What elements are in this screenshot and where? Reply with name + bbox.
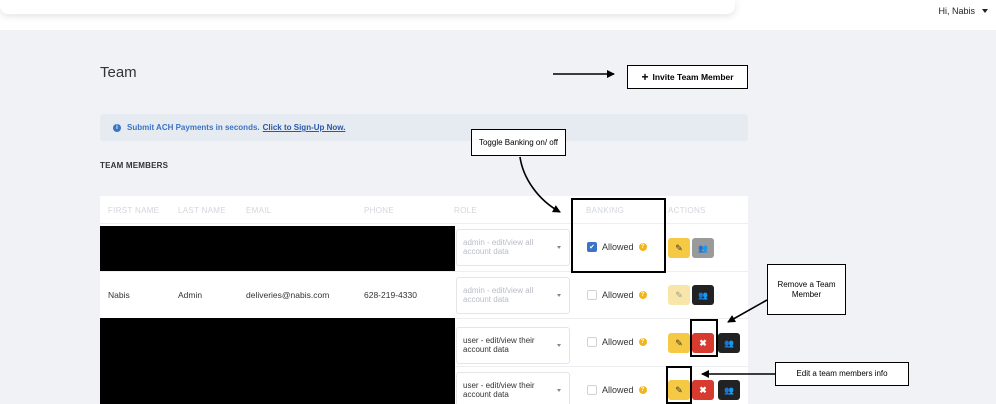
section-title: TEAM MEMBERS (100, 161, 169, 170)
role-value: admin - edit/view all account data (463, 238, 534, 256)
team-icon: 👥 (724, 385, 734, 395)
role-value: user - edit/view their account data (463, 381, 535, 399)
help-icon[interactable]: ? (638, 338, 647, 346)
delete-highlight-frame (690, 319, 718, 357)
header-phone: PHONE (364, 206, 394, 215)
role-select[interactable]: admin - edit/view all account data (456, 229, 570, 266)
invite-team-member-button[interactable]: + Invite Team Member (627, 65, 748, 89)
delete-icon: ✖ (699, 384, 707, 395)
header-last-name: LAST NAME (178, 206, 226, 215)
info-icon: i (113, 123, 121, 132)
banner-text: Submit ACH Payments in seconds. (127, 123, 260, 132)
role-select[interactable]: user - edit/view their account data (456, 327, 570, 364)
annotation-remove-member: Remove a Team Member (767, 264, 846, 315)
chevron-down-icon (557, 389, 561, 392)
ach-banner: i Submit ACH Payments in seconds. Click … (100, 114, 748, 141)
banking-toggle[interactable]: Allowed ? (587, 290, 647, 300)
redacted-block (100, 226, 455, 271)
edit-highlight-frame (666, 366, 692, 404)
plus-icon: + (641, 70, 649, 84)
header-role: ROLE (454, 206, 477, 215)
banking-toggle[interactable]: Allowed ? (587, 337, 647, 347)
banner-signup-link[interactable]: Click to Sign-Up Now. (263, 123, 346, 132)
banking-toggle[interactable]: Allowed ? (587, 385, 647, 395)
help-icon[interactable]: ? (638, 386, 647, 394)
header-email: EMAIL (246, 206, 272, 215)
banking-label: Allowed (602, 290, 634, 300)
cell-last-name: Admin (178, 290, 203, 300)
user-menu[interactable]: Hi, Nabis (938, 6, 988, 16)
checkbox-icon[interactable] (587, 290, 597, 300)
team-icon: 👥 (698, 290, 708, 300)
chevron-down-icon (557, 344, 561, 347)
caret-down-icon (982, 9, 988, 13)
edit-button[interactable]: ✎ (668, 333, 690, 353)
team-icon: 👥 (698, 243, 708, 253)
cell-phone: 628-219-4330 (364, 290, 417, 300)
cell-first-name: Nabis (108, 290, 130, 300)
top-nav-panel (0, 0, 735, 14)
cell-email: deliveries@nabis.com (246, 290, 330, 300)
checkbox-icon[interactable] (587, 337, 597, 347)
redacted-block (100, 318, 455, 404)
header-actions: ACTIONS (668, 206, 706, 215)
invite-button-label: Invite Team Member (652, 72, 734, 82)
team-icon: 👥 (724, 338, 734, 348)
team-permissions-button[interactable]: 👥 (718, 333, 740, 353)
edit-icon: ✎ (675, 337, 683, 348)
role-value: user - edit/view their account data (463, 336, 535, 354)
team-permissions-button[interactable]: 👥 (718, 380, 740, 400)
page-title: Team (100, 64, 137, 81)
user-greeting: Hi, Nabis (938, 6, 975, 16)
role-select[interactable]: user - edit/view their account data (456, 372, 570, 404)
edit-icon: ✎ (675, 289, 683, 300)
help-icon[interactable]: ? (638, 291, 647, 299)
checkbox-icon[interactable] (587, 385, 597, 395)
banking-highlight-frame (571, 198, 666, 273)
team-permissions-button[interactable]: 👥 (692, 285, 714, 305)
chevron-down-icon (557, 294, 561, 297)
role-select[interactable]: admin - edit/view all account data (456, 277, 570, 314)
role-value: admin - edit/view all account data (463, 286, 534, 304)
chevron-down-icon (557, 246, 561, 249)
banking-label: Allowed (602, 385, 634, 395)
edit-button[interactable]: ✎ (668, 238, 690, 258)
annotation-toggle-banking: Toggle Banking on/ off (471, 129, 566, 156)
edit-icon: ✎ (675, 242, 683, 253)
team-permissions-button[interactable]: 👥 (692, 238, 714, 258)
annotation-edit-member: Edit a team members info (775, 362, 909, 386)
header-first-name: FIRST NAME (108, 206, 160, 215)
edit-button[interactable]: ✎ (668, 285, 690, 305)
delete-button[interactable]: ✖ (692, 380, 714, 400)
banking-label: Allowed (602, 337, 634, 347)
